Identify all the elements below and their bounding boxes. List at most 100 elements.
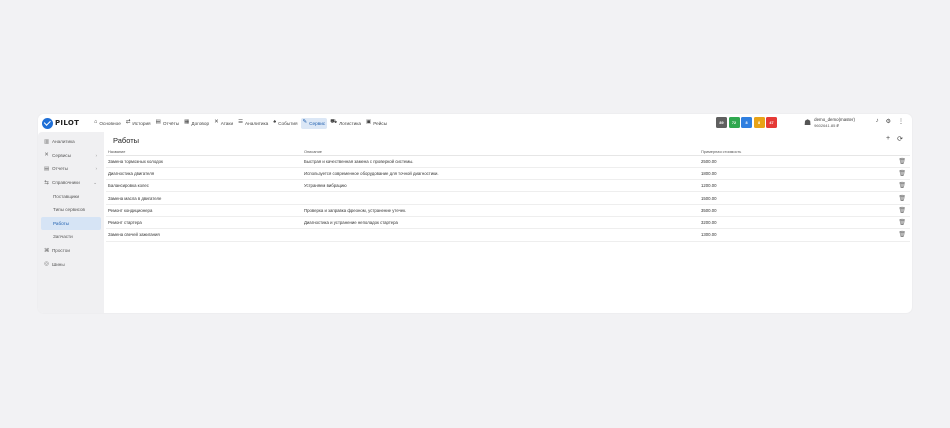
nav-item[interactable]: ✎ Сервис [300,117,328,129]
sidebar-item[interactable]: ▥ Аналитика [38,135,104,149]
nav-item[interactable]: ▤ Отчёты [154,118,182,129]
name-cell: Замена тормозных колодок [106,155,302,168]
sidebar-item-label: Типы сервисов [53,207,85,213]
name-cell: Ремонт стартера [106,216,302,230]
tire-icon: ◎ [44,261,49,268]
refresh-icon[interactable]: ⟳ [897,135,903,143]
sidebar-item-label: Запчасти [53,234,73,240]
column-header-name[interactable]: Название [106,148,302,156]
sidebar-item[interactable]: ✕ Сервисы › [38,149,104,163]
report-icon: ▤ [44,165,50,172]
table-row[interactable]: Диагностика двигателя Используется соврем… [106,167,910,181]
directory-icon: ⇆ [44,179,49,186]
user-name: demo_demo(master) [814,117,855,122]
sidebar-item-label: Сервисы [52,152,72,158]
sidebar-item-label: Работы [53,220,69,226]
nav-item-label: Атаки [220,120,234,126]
column-header-actions [894,148,910,156]
column-header-description[interactable]: Описание [302,148,699,156]
cost-cell: 1800.00 [699,167,894,181]
nav-item-label: Основное [99,120,121,126]
sidebar-item-label: Отчеты [52,166,68,172]
nav-item[interactable]: ⇄ История [124,118,153,129]
sidebar-item[interactable]: ⇆ Справочники ⌄ [38,176,104,190]
nav-item[interactable]: ▣ Рейсы [364,118,389,129]
sidebar-item[interactable]: ◎ Шины [38,257,104,271]
nav-item[interactable]: ⌂ Основное [92,118,123,129]
main-nav: ⌂ Основное ⇄ История ▤ Отчёты ▦ Договор ✕ Атаки ☰ А… [92,117,389,129]
truck-icon: ⛟ [330,119,338,126]
chevron-icon: ⌄ [93,179,97,185]
table-row[interactable]: Замена тормозных колодок Быстрая и качест… [106,155,910,168]
cost-cell: 1300.00 [699,228,894,242]
cost-cell: 1500.00 [699,191,894,205]
delete-trash-icon[interactable]: 🗑 [894,216,910,230]
status-badge[interactable]: 8 [741,117,752,128]
page-title: Работы [113,135,140,145]
wrench-icon: ✎ [302,119,308,126]
sidebar-item-label: Справочники [52,180,80,186]
tools-icon: ✕ [214,119,219,126]
analytics-icon: ☰ [238,119,244,126]
table-row[interactable]: Замена масла в двигателе 1500.00 🗑 [106,191,910,205]
sidebar-item-label: Шины [52,261,65,267]
cost-cell: 3500.00 [699,204,894,217]
main-content: Работы + ⟳ Название Описание Примерная с… [105,132,912,313]
chevron-icon: › [95,166,98,172]
nav-item[interactable]: ♠ События [271,118,299,129]
sidebar-item[interactable]: ▤ Отчеты › [38,162,104,176]
bell-icon: ♠ [273,119,277,126]
cost-cell: 3200.00 [699,216,894,230]
table-row[interactable]: Ремонт кондиционера Проверка и заправка ф… [106,204,910,217]
nav-item-label: Рейсы [373,120,388,126]
status-badge[interactable]: 8 [753,117,765,128]
sidebar-item[interactable]: ⌘ Простои [38,244,104,258]
page-header: Работы + ⟳ [105,132,912,148]
chart-icon: ▥ [44,138,50,145]
sidebar-subitem[interactable]: Работы [41,216,101,231]
cost-cell: 1200.00 [699,179,894,193]
name-cell: Ремонт кондиционера [106,204,302,217]
delete-trash-icon[interactable]: 🗑 [894,179,910,193]
more-vertical-icon[interactable]: ⋮ [898,118,904,125]
page-actions: + ⟳ [886,135,903,143]
downtime-icon: ⌘ [44,247,50,254]
delete-trash-icon[interactable]: 🗑 [894,204,910,217]
app-window: PILOT ⌂ Основное ⇄ История ▤ Отчёты ▦ Договор ✕ А… [38,114,912,313]
nav-item-label: Логистика [339,120,361,126]
logo[interactable]: PILOT [42,117,88,129]
topbar-actions: ♪ ⚙ ⋮ [876,118,904,125]
table-row[interactable]: Балансировка колес Устраняем вибрацию 1200… [106,179,910,193]
delete-trash-icon[interactable]: 🗑 [894,228,910,242]
delete-trash-icon[interactable]: 🗑 [894,191,910,205]
status-badge[interactable]: 47 [766,117,777,128]
nav-item-label: Отчёты [162,120,180,126]
cost-cell: 2500.00 [699,155,894,168]
nav-item[interactable]: ✕ Атаки [212,118,235,129]
table-header-row: Название Описание Примерная стоимость [106,148,910,156]
nav-item[interactable]: ▦ Договор [182,118,211,129]
user-menu[interactable]: ☗ demo_demo(master) 9602641.85 ₽ [804,117,855,128]
sidebar-subitem[interactable]: Запчасти [38,230,104,244]
sidebar-subitem[interactable]: Типы сервисов [38,203,104,217]
description-cell: Проверка и заправка фреоном, устранение … [302,204,699,217]
status-badge[interactable]: 72 [728,117,740,128]
add-icon[interactable]: + [886,135,890,143]
nav-item[interactable]: ⛟ Логистика [328,118,363,129]
nav-item[interactable]: ☰ Аналитика [236,118,270,129]
settings-gear-icon[interactable]: ⚙ [886,118,891,125]
sidebar: ▥ Аналитика ✕ Сервисы › ▤ Отчеты › ⇆ Справочники ⌄… [38,132,104,313]
name-cell: Замена свечей зажигания [106,228,302,242]
nav-item-label: История [132,120,151,126]
sidebar-subitem[interactable]: Поставщики [38,189,104,203]
contract-icon: ▦ [184,119,190,126]
status-badges: 89 72 8 8 47 [716,117,777,128]
delete-trash-icon[interactable]: 🗑 [894,167,910,181]
nav-item-label: События [278,120,298,126]
table-row[interactable]: Замена свечей зажигания 1300.00 🗑 [106,228,910,242]
notifications-bell-icon[interactable]: ♪ [876,118,879,125]
table-row[interactable]: Ремонт стартера Диагностика и устранение … [106,216,910,230]
column-header-cost[interactable]: Примерная стоимость [699,148,894,156]
status-badge[interactable]: 89 [716,117,727,128]
delete-trash-icon[interactable]: 🗑 [894,155,910,168]
